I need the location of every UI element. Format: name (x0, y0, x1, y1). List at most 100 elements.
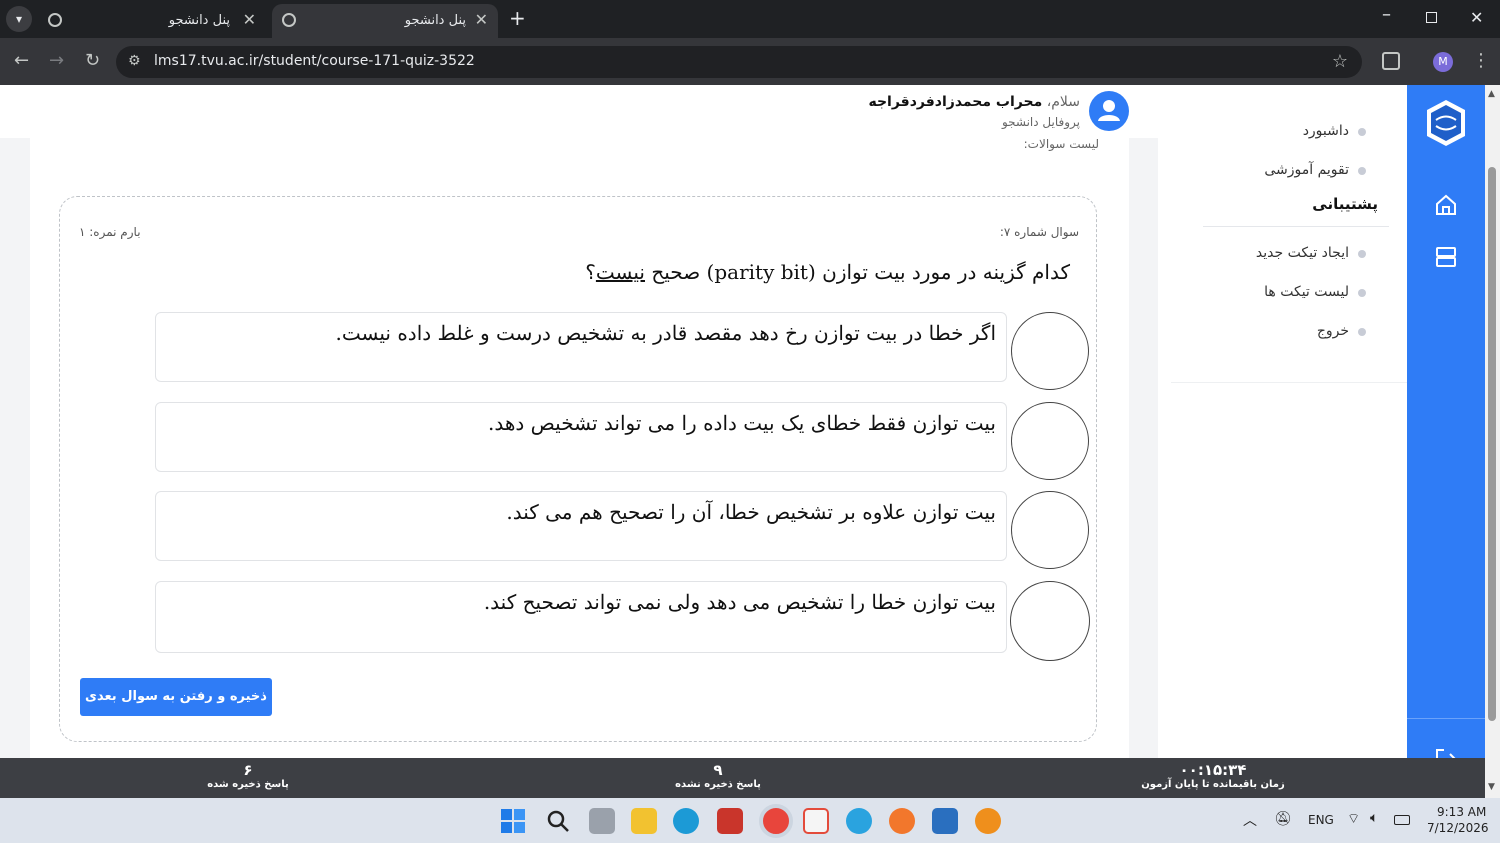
clock-date[interactable]: 7/12/2026 (1427, 821, 1489, 835)
saved-label: پاسخ ذخیره شده (207, 779, 289, 790)
profile-initial: M (1438, 55, 1448, 68)
save-next-button[interactable]: ذخیره و رفتن به سوال بعدی (80, 678, 272, 716)
bullet-icon (1358, 250, 1366, 258)
firefox-icon[interactable] (889, 808, 915, 834)
question-text: کدام گزینه در مورد بیت توازن (parity bit… (585, 260, 1070, 284)
clock-time[interactable]: 9:13 AM (1437, 805, 1486, 819)
question-text-emphasis: نیست (595, 260, 645, 284)
sidebar-item-ticket-list[interactable]: لیست تیکت ها (1264, 284, 1349, 300)
chevron-down-icon: ▾ (15, 12, 23, 26)
question-text-main: کدام گزینه در مورد بیت توازن (parity bit… (645, 260, 1070, 284)
edge-icon[interactable] (673, 808, 699, 834)
forward-icon[interactable]: → (49, 50, 64, 71)
tab-2[interactable]: پنل دانشجو ✕ (272, 4, 498, 38)
tab-title: پنل دانشجو (404, 13, 466, 28)
page-header: سلام، محراب محمدزادفردقراجه پروفایل دانش… (0, 85, 1158, 138)
tab-1[interactable]: پنل دانشجو ✕ (38, 4, 268, 38)
minimize-icon[interactable]: – (1382, 4, 1391, 25)
sidebar-item-logout[interactable]: خروج (1317, 323, 1349, 339)
app-icon[interactable] (975, 808, 1001, 834)
sidebar-item-dashboard[interactable]: داشبورد (1303, 123, 1349, 139)
tab-search-button[interactable]: ▾ (6, 6, 32, 32)
bullet-icon (1358, 128, 1366, 136)
option-4[interactable]: بیت توازن خطا را تشخیص می دهد ولی نمی تو… (155, 581, 1007, 653)
time-remaining: ۰۰:۱۵:۳۴ زمان باقیمانده تا پایان آزمون (1140, 761, 1286, 790)
remote-app-icon[interactable] (932, 808, 958, 834)
restore-icon[interactable] (1426, 12, 1437, 23)
telegram-icon[interactable] (846, 808, 872, 834)
search-icon[interactable] (546, 809, 570, 833)
photos-app-icon[interactable] (803, 808, 829, 834)
url-text: lms17.tvu.ac.ir/student/course-171-quiz-… (154, 53, 475, 69)
bullet-icon (1358, 328, 1366, 336)
greeting-text: سلام، (1046, 94, 1080, 110)
divider (1171, 382, 1407, 383)
exam-status-bar: ۶ پاسخ ذخیره شده ۹ پاسخ ذخیره نشده ۰۰:۱۵… (0, 758, 1485, 798)
address-bar[interactable]: ⚙ lms17.tvu.ac.ir/student/course-171-qui… (116, 46, 1362, 78)
tab-title: پنل دانشجو (168, 13, 230, 28)
notifications-off-icon[interactable]: 🔕︎ (1274, 811, 1292, 827)
sidebar-menu: داشبورد تقویم آموزشی پشتیبانی ایجاد تیکت… (1158, 85, 1407, 758)
presentation-app-icon[interactable] (717, 808, 743, 834)
close-icon[interactable]: ✕ (475, 10, 488, 29)
option-2[interactable]: بیت توازن فقط خطای یک بیت داده را می توا… (155, 402, 1007, 472)
task-view-icon[interactable] (589, 808, 615, 834)
extensions-icon[interactable] (1382, 52, 1400, 70)
battery-icon[interactable] (1394, 815, 1410, 825)
scroll-up-arrow[interactable]: ▲ (1488, 89, 1495, 99)
globe-icon (282, 13, 296, 27)
option-3-radio[interactable] (1011, 491, 1089, 569)
profile-avatar[interactable]: M (1433, 52, 1453, 72)
unsaved-count: ۹ (713, 761, 723, 779)
avatar[interactable] (1089, 91, 1129, 131)
bookmark-star-icon[interactable]: ☆ (1332, 51, 1348, 72)
reload-icon[interactable]: ↻ (85, 50, 100, 71)
option-text: بیت توازن فقط خطای یک بیت داده را می توا… (488, 411, 996, 435)
page-scrollbar[interactable]: ▲ ▼ (1485, 85, 1500, 798)
site-settings-icon[interactable]: ⚙ (128, 53, 141, 69)
university-logo (1427, 100, 1465, 146)
option-1[interactable]: اگر خطا در بیت توازن رخ دهد مقصد قادر به… (155, 312, 1007, 382)
scroll-down-arrow[interactable]: ▼ (1488, 782, 1495, 792)
user-icon (1098, 100, 1120, 121)
bullet-icon (1358, 167, 1366, 175)
unsaved-answers: ۹ پاسخ ذخیره نشده (648, 761, 788, 790)
user-name: محراب محمدزادفردقراجه (868, 94, 1043, 110)
unsaved-label: پاسخ ذخیره نشده (675, 779, 761, 790)
chrome-icon[interactable] (759, 804, 793, 838)
bullet-icon (1358, 289, 1366, 297)
option-2-radio[interactable] (1011, 402, 1089, 480)
option-4-radio[interactable] (1010, 581, 1090, 661)
question-list-label: لیست سوالات: (1023, 137, 1099, 151)
profile-link[interactable]: پروفایل دانشجو (1002, 115, 1080, 129)
wifi-icon[interactable]: ⌔ (1347, 810, 1360, 828)
icon-rail (1407, 85, 1485, 769)
question-text-end: ؟ (585, 260, 596, 284)
option-1-radio[interactable] (1011, 312, 1089, 390)
scrollbar-thumb[interactable] (1488, 167, 1496, 721)
language-indicator[interactable]: ENG (1308, 813, 1334, 827)
option-3[interactable]: بیت توازن علاوه بر تشخیص خطا، آن را تصحی… (155, 491, 1007, 561)
globe-icon (48, 13, 62, 27)
saved-answers: ۶ پاسخ ذخیره شده (180, 761, 316, 790)
time-left: ۰۰:۱۵:۳۴ (1179, 761, 1247, 779)
window-close-icon[interactable]: ✕ (1470, 8, 1483, 27)
file-explorer-icon[interactable] (631, 808, 657, 834)
sidebar-item-new-ticket[interactable]: ایجاد تیکت جدید (1256, 245, 1349, 261)
divider (1407, 718, 1485, 719)
server-icon[interactable] (1434, 245, 1458, 269)
chevron-up-icon[interactable]: ︿ (1243, 810, 1257, 830)
new-tab-button[interactable]: + (509, 6, 526, 30)
volume-icon[interactable]: 🔈︎ (1370, 810, 1378, 826)
close-icon[interactable]: ✕ (243, 10, 256, 29)
option-text: بیت توازن خطا را تشخیص می دهد ولی نمی تو… (483, 590, 996, 614)
score-label: بارم نمره: ۱ (79, 225, 141, 239)
greeting: سلام، محراب محمدزادفردقراجه (868, 94, 1080, 110)
back-icon[interactable]: ← (14, 50, 29, 71)
browser-menu-icon[interactable]: ⋮ (1472, 50, 1490, 71)
time-label: زمان باقیمانده تا پایان آزمون (1141, 779, 1285, 790)
sidebar-item-calendar[interactable]: تقویم آموزشی (1264, 162, 1349, 178)
windows-start-icon[interactable] (501, 809, 525, 833)
home-icon[interactable] (1434, 193, 1458, 217)
option-text: بیت توازن علاوه بر تشخیص خطا، آن را تصحی… (506, 500, 996, 524)
